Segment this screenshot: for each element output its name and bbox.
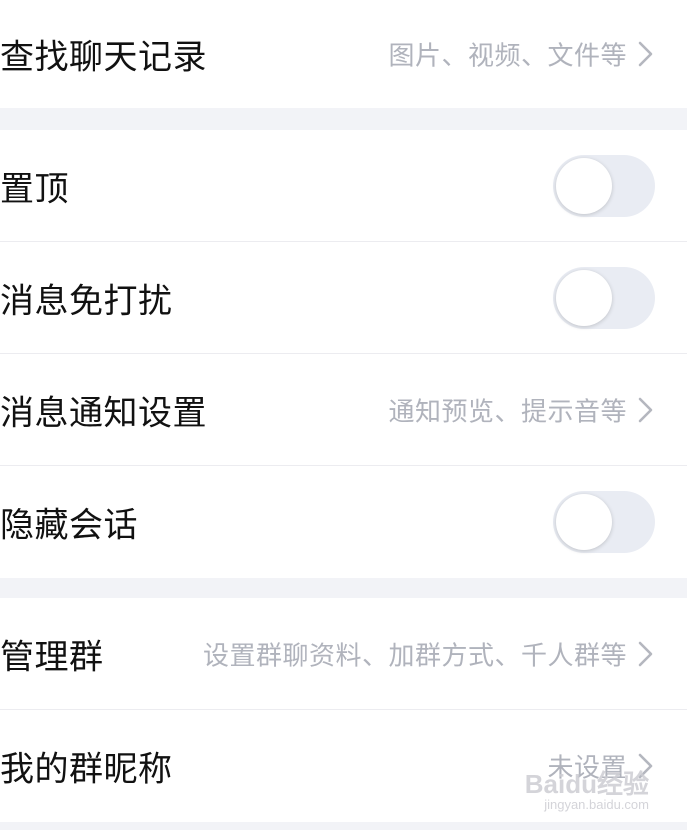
chevron-right-icon	[635, 40, 657, 68]
group-nickname-detail: 未设置	[547, 753, 627, 784]
notification-settings-label: 消息通知设置	[0, 393, 207, 434]
hide-conversation-label: 隐藏会话	[0, 505, 138, 546]
chevron-right-icon	[635, 640, 657, 668]
toggle-knob	[556, 494, 612, 550]
do-not-disturb-row: 消息免打扰	[0, 242, 687, 354]
do-not-disturb-toggle[interactable]	[553, 267, 655, 329]
chevron-right-icon	[635, 396, 657, 424]
pin-to-top-label: 置顶	[0, 169, 69, 210]
notification-settings-row[interactable]: 消息通知设置 通知预览、提示音等	[0, 354, 687, 466]
pin-to-top-row: 置顶	[0, 130, 687, 242]
hide-conversation-toggle[interactable]	[553, 491, 655, 553]
search-chat-history-detail: 图片、视频、文件等	[388, 41, 627, 72]
notification-settings-detail: 通知预览、提示音等	[388, 397, 627, 428]
toggle-knob	[556, 158, 612, 214]
toggle-knob	[556, 270, 612, 326]
chevron-right-icon	[635, 752, 657, 780]
manage-group-detail: 设置群聊资料、加群方式、千人群等	[202, 641, 627, 672]
manage-group-row[interactable]: 管理群 设置群聊资料、加群方式、千人群等	[0, 598, 687, 710]
group-nickname-label: 我的群昵称	[0, 749, 173, 790]
search-chat-history-label: 查找聊天记录	[0, 37, 207, 78]
search-chat-history-row[interactable]: 查找聊天记录 图片、视频、文件等	[0, 0, 687, 108]
hide-conversation-row: 隐藏会话	[0, 466, 687, 578]
manage-group-label: 管理群	[0, 637, 104, 678]
group-nickname-row[interactable]: 我的群昵称 未设置	[0, 710, 687, 822]
pin-to-top-toggle[interactable]	[553, 155, 655, 217]
do-not-disturb-label: 消息免打扰	[0, 281, 173, 322]
